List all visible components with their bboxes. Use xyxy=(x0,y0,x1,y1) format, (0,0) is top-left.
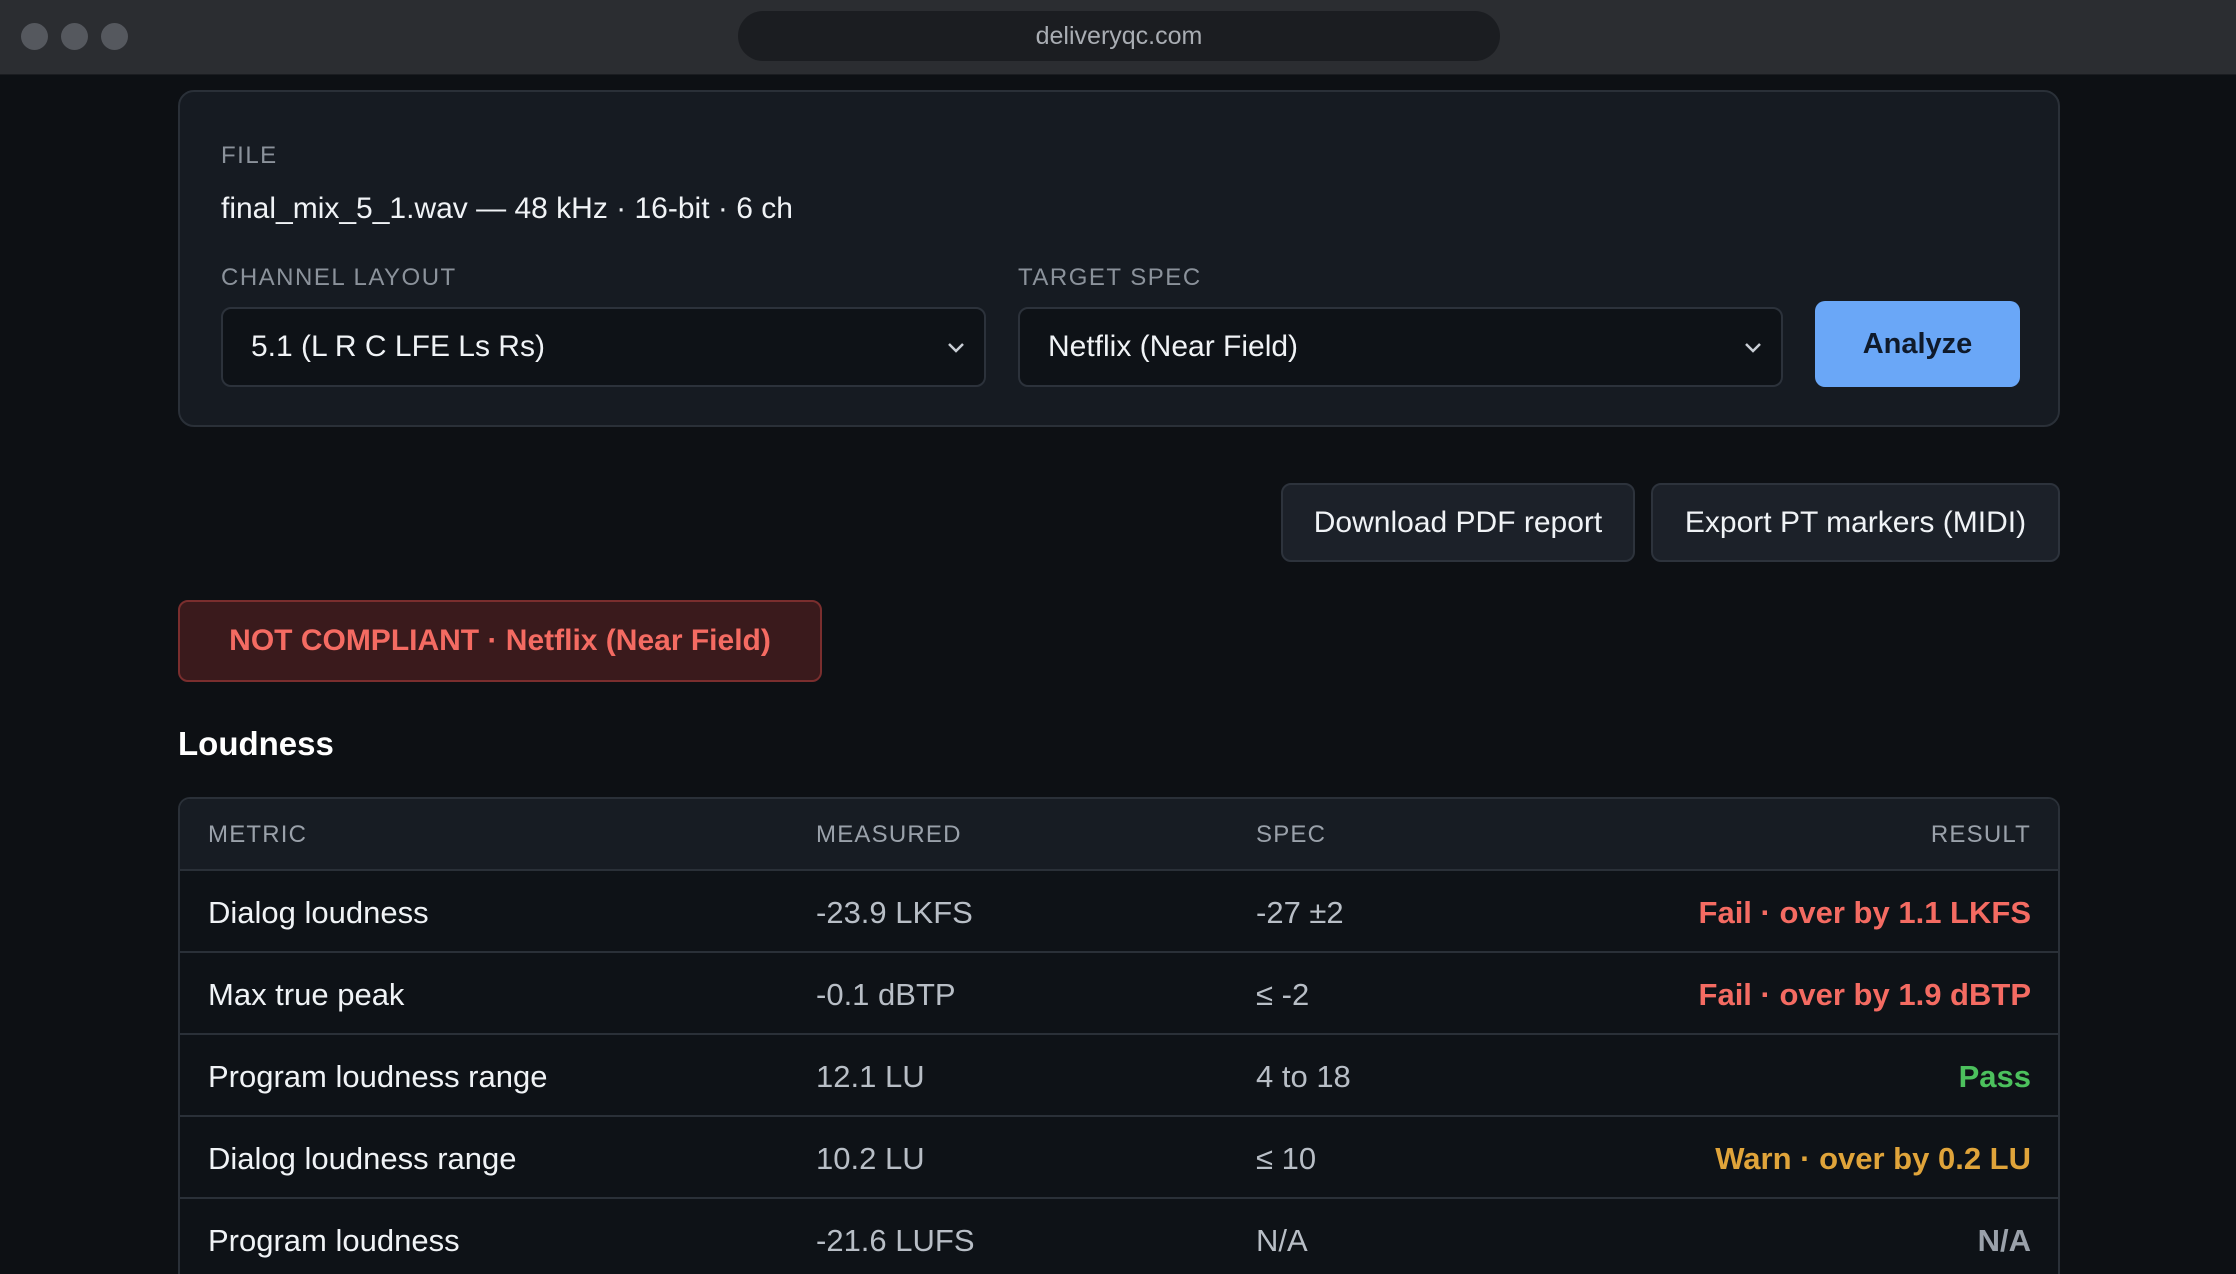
target-spec-select[interactable]: Netflix (Near Field) xyxy=(1018,307,1783,387)
file-info: final_mix_5_1.wav — 48 kHz · 16-bit · 6 … xyxy=(221,192,793,225)
table-row: Max true peak -0.1 dBTP ≤ -2 Fail · over… xyxy=(180,953,2058,1035)
channel-layout-label: CHANNEL LAYOUT xyxy=(221,264,457,291)
loudness-table: METRIC MEASURED SPEC RESULT Dialog loudn… xyxy=(178,797,2060,1274)
minimize-window-button[interactable] xyxy=(61,23,88,50)
spec-cell: 4 to 18 xyxy=(1256,1059,1351,1094)
table-row: Dialog loudness range 10.2 LU ≤ 10 Warn … xyxy=(180,1117,2058,1199)
measured-cell: -0.1 dBTP xyxy=(816,977,956,1012)
channel-layout-select[interactable]: 5.1 (L R C LFE Ls Rs) xyxy=(221,307,986,387)
result-cell: N/A xyxy=(1977,1223,2031,1258)
result-cell: Fail · over by 1.1 LKFS xyxy=(1698,895,2031,930)
file-label: FILE xyxy=(221,142,278,169)
spec-cell: -27 ±2 xyxy=(1256,895,1344,930)
header-measured: MEASURED xyxy=(816,821,962,848)
address-bar[interactable]: deliveryqc.com xyxy=(738,11,1500,61)
header-spec: SPEC xyxy=(1256,821,1327,848)
title-bar: deliveryqc.com xyxy=(0,0,2236,75)
measured-cell: 10.2 LU xyxy=(816,1141,925,1176)
target-spec-value: Netflix (Near Field) xyxy=(1048,330,1299,363)
header-metric: METRIC xyxy=(208,821,308,848)
header-result: RESULT xyxy=(1930,821,2031,848)
table-row: Program loudness range 12.1 LU 4 to 18 P… xyxy=(180,1035,2058,1117)
measured-cell: -21.6 LUFS xyxy=(816,1223,975,1258)
metric-cell: Max true peak xyxy=(208,977,405,1012)
measured-cell: -23.9 LKFS xyxy=(816,895,973,930)
table-row: Dialog loudness -23.9 LKFS -27 ±2 Fail ·… xyxy=(180,871,2058,953)
zoom-window-button[interactable] xyxy=(101,23,128,50)
table-row: Program loudness -21.6 LUFS N/A N/A xyxy=(180,1199,2058,1274)
result-cell: Fail · over by 1.9 dBTP xyxy=(1698,977,2031,1012)
compliance-status-badge: NOT COMPLIANT · Netflix (Near Field) xyxy=(178,600,822,682)
analysis-settings-card: FILE final_mix_5_1.wav — 48 kHz · 16-bit… xyxy=(178,90,2060,427)
loudness-section-title: Loudness xyxy=(178,725,334,762)
metric-cell: Program loudness xyxy=(208,1223,460,1258)
close-window-button[interactable] xyxy=(21,23,48,50)
chevron-down-icon xyxy=(1745,343,1761,353)
result-cell: Pass xyxy=(1958,1059,2031,1094)
analyze-button[interactable]: Analyze xyxy=(1815,301,2020,387)
spec-cell: ≤ -2 xyxy=(1256,977,1310,1012)
metric-cell: Dialog loudness xyxy=(208,895,429,930)
channel-layout-value: 5.1 (L R C LFE Ls Rs) xyxy=(251,330,545,363)
table-header: METRIC MEASURED SPEC RESULT xyxy=(180,799,2058,871)
measured-cell: 12.1 LU xyxy=(816,1059,925,1094)
target-spec-label: TARGET SPEC xyxy=(1018,264,1202,291)
spec-cell: N/A xyxy=(1256,1223,1308,1258)
chevron-down-icon xyxy=(948,343,964,353)
metric-cell: Dialog loudness range xyxy=(208,1141,517,1176)
spec-cell: ≤ 10 xyxy=(1256,1141,1317,1176)
export-markers-button[interactable]: Export PT markers (MIDI) xyxy=(1651,483,2060,562)
browser-window: deliveryqc.com FILE final_mix_5_1.wav — … xyxy=(0,0,2236,1274)
result-cell: Warn · over by 0.2 LU xyxy=(1715,1141,2031,1176)
download-pdf-button[interactable]: Download PDF report xyxy=(1281,483,1635,562)
metric-cell: Program loudness range xyxy=(208,1059,548,1094)
